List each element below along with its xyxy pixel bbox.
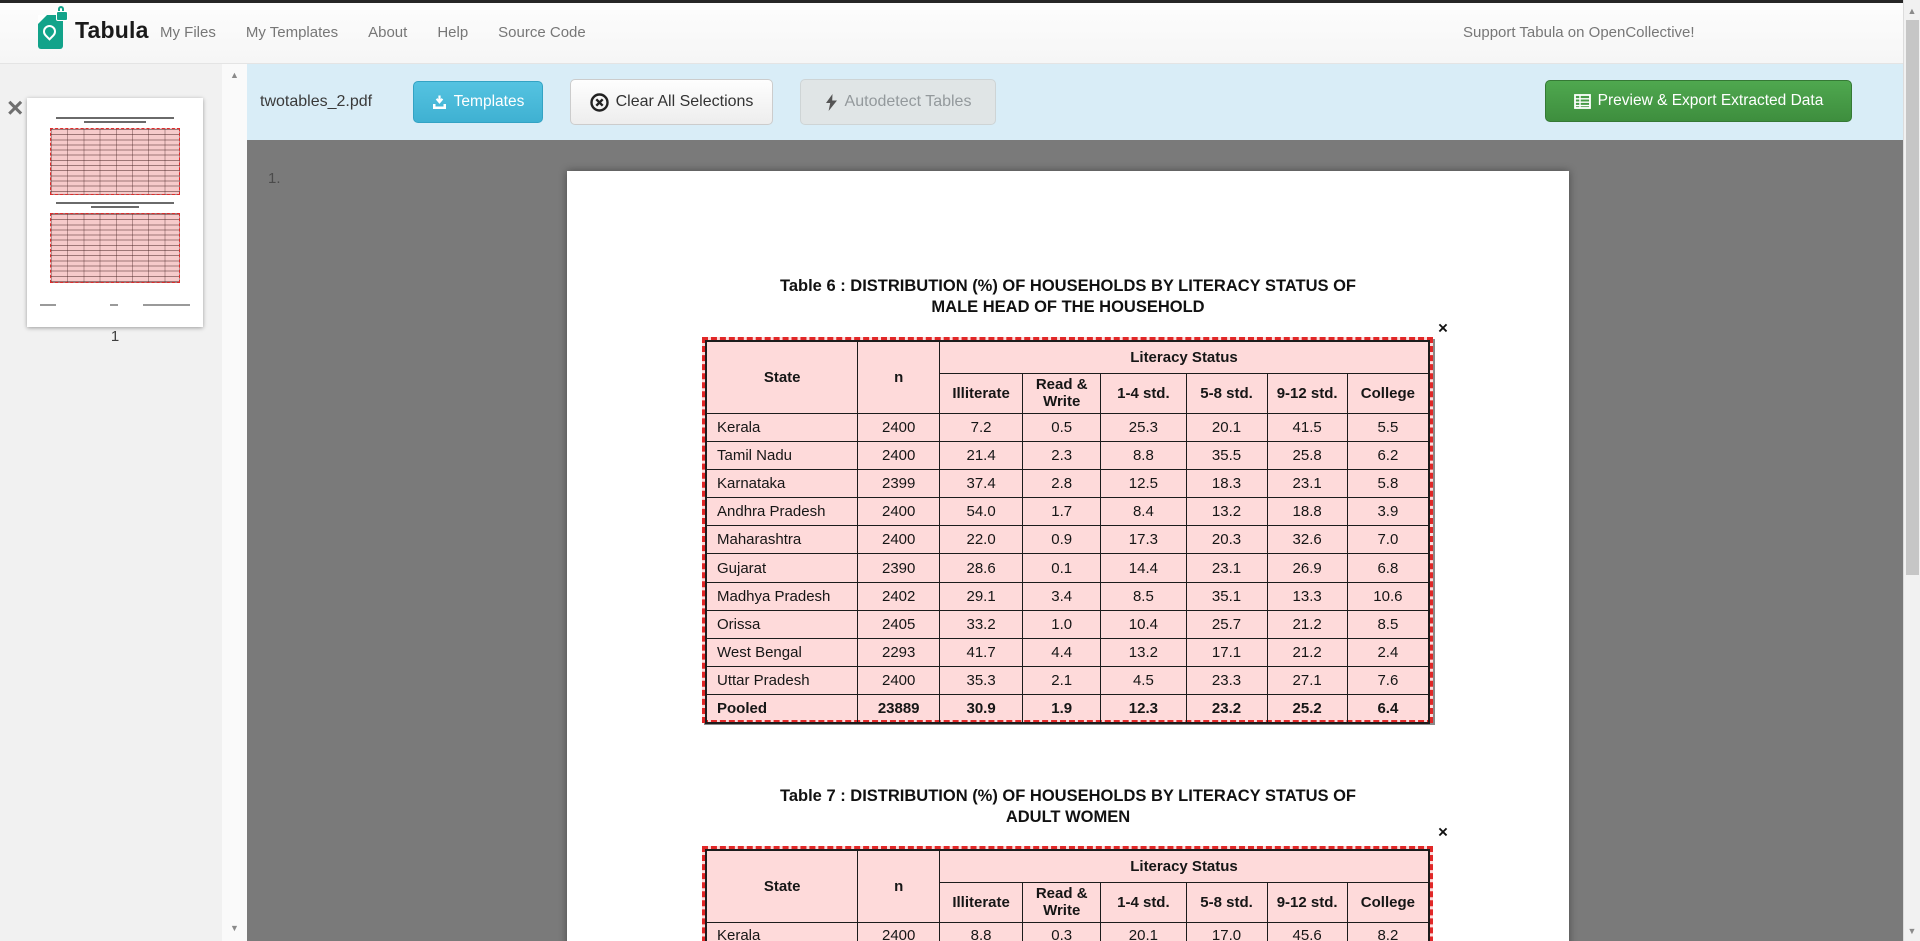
thumb-footer-center	[110, 304, 118, 306]
navbar: Tabula My Files My Templates About Help …	[0, 0, 1903, 64]
table7-title: Table 7 : DISTRIBUTION (%) OF HOUSEHOLDS…	[567, 786, 1569, 828]
main-area: twotables_2.pdf Templates Clear All Sele…	[247, 64, 1903, 941]
table-row: Karnataka239937.42.812.518.323.15.8	[706, 469, 1429, 497]
thumb-table6-title	[27, 115, 203, 123]
preview-export-button[interactable]: Preview & Export Extracted Data	[1545, 80, 1852, 122]
scroll-down-icon[interactable]: ▼	[1904, 926, 1920, 936]
document-viewport: 1. Table 6 : DISTRIBUTION (%) OF HOUSEHO…	[247, 140, 1903, 941]
scroll-up-icon[interactable]: ▲	[222, 70, 247, 80]
clear-all-selections-label: Clear All Selections	[616, 93, 754, 111]
nav-item-my-templates[interactable]: My Templates	[246, 24, 338, 41]
thumb-footer-left	[40, 304, 56, 306]
nav-item-my-files[interactable]: My Files	[160, 24, 216, 41]
thumb-table7-title	[27, 200, 203, 208]
nav-menu: My Files My Templates About Help Source …	[160, 0, 586, 64]
table7-selection[interactable]: StatenLiteracy StatusIlliterateRead & Wr…	[702, 846, 1433, 941]
clear-all-selections-button[interactable]: Clear All Selections	[570, 79, 773, 125]
table-row: Orissa240533.21.010.425.721.28.5	[706, 610, 1429, 638]
table6-selection[interactable]: StatenLiteracy StatusIlliterateRead & Wr…	[702, 337, 1433, 723]
table-row: Maharashtra240022.00.917.320.332.67.0	[706, 526, 1429, 554]
table-row: Pooled2388930.91.912.323.225.26.4	[706, 695, 1429, 723]
scroll-down-icon[interactable]: ▼	[222, 923, 247, 933]
page-thumbnail-sidebar: × 1	[0, 64, 222, 941]
templates-button[interactable]: Templates	[413, 81, 543, 123]
toolbar: twotables_2.pdf Templates Clear All Sele…	[247, 64, 1903, 140]
pdf-page: Table 6 : DISTRIBUTION (%) OF HOUSEHOLDS…	[567, 171, 1569, 941]
table-row: Tamil Nadu240021.42.38.835.525.86.2	[706, 441, 1429, 469]
table6-title: Table 6 : DISTRIBUTION (%) OF HOUSEHOLDS…	[567, 276, 1569, 318]
close-selection-icon[interactable]: ×	[1438, 320, 1448, 336]
nav-item-source-code[interactable]: Source Code	[498, 24, 586, 41]
thumb-footer-right	[143, 304, 190, 306]
scroll-up-icon[interactable]: ▲	[1904, 6, 1920, 16]
table-row: Madhya Pradesh240229.13.48.535.113.310.6	[706, 582, 1429, 610]
clear-circle-icon	[590, 93, 609, 112]
lightning-icon	[825, 94, 838, 111]
thumb-table6-selection	[50, 128, 180, 195]
preview-export-label: Preview & Export Extracted Data	[1598, 92, 1824, 110]
window-top-edge	[0, 0, 1903, 3]
sidebar-scrollbar[interactable]: ▲ ▼	[222, 64, 247, 941]
table-row: Andhra Pradesh240054.01.78.413.218.83.9	[706, 498, 1429, 526]
templates-button-label: Templates	[454, 93, 525, 111]
window-scrollbar[interactable]: ▲ ▼	[1903, 0, 1920, 941]
table-row: Uttar Pradesh240035.32.14.523.327.17.6	[706, 667, 1429, 695]
pdf-table: StatenLiteracy StatusIlliterateRead & Wr…	[705, 340, 1430, 724]
autodetect-tables-label: Autodetect Tables	[845, 93, 972, 111]
lock-icon	[56, 10, 68, 21]
autodetect-tables-button[interactable]: Autodetect Tables	[800, 79, 996, 125]
page-thumbnail[interactable]	[27, 98, 203, 327]
table-row: West Bengal229341.74.413.217.121.22.4	[706, 639, 1429, 667]
thumb-table7-selection	[50, 213, 180, 283]
remove-file-icon[interactable]: ×	[7, 94, 23, 122]
save-icon	[432, 95, 447, 110]
page-number-label: 1.	[268, 170, 281, 187]
brand[interactable]: Tabula	[38, 12, 149, 49]
thumbnail-page-number: 1	[27, 328, 203, 345]
tabula-pdf-logo-icon	[38, 12, 65, 49]
close-selection-icon[interactable]: ×	[1438, 824, 1448, 840]
nav-item-about[interactable]: About	[368, 24, 407, 41]
support-link[interactable]: Support Tabula on OpenCollective!	[1463, 0, 1695, 64]
pdf-table: StatenLiteracy StatusIlliterateRead & Wr…	[705, 849, 1430, 941]
table-header-row: StatenLiteracy Status	[706, 341, 1429, 373]
scrollbar-thumb[interactable]	[1906, 20, 1919, 575]
table-header-row: StatenLiteracy Status	[706, 850, 1429, 882]
table-row: Gujarat239028.60.114.423.126.96.8	[706, 554, 1429, 582]
nav-item-help[interactable]: Help	[437, 24, 468, 41]
brand-title: Tabula	[75, 17, 149, 44]
table-grid-icon	[1574, 94, 1591, 109]
table-row: Kerala24008.80.320.117.045.68.2	[706, 922, 1429, 941]
pdf-filename: twotables_2.pdf	[260, 64, 372, 140]
table-row: Kerala24007.20.525.320.141.55.5	[706, 413, 1429, 441]
